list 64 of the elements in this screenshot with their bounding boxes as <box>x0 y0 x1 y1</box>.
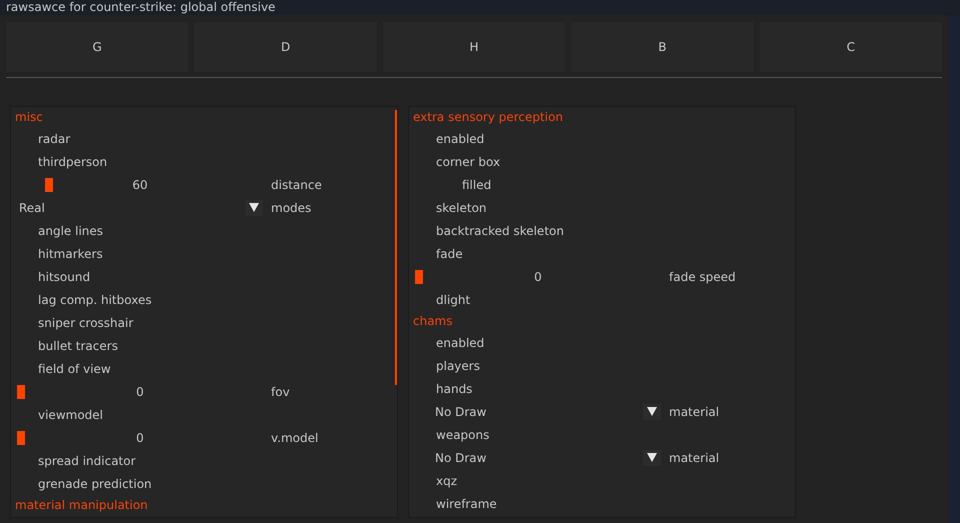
option-label[interactable]: players <box>409 358 480 374</box>
slider-thumb[interactable] <box>17 430 25 444</box>
slider-label: distance <box>271 178 322 192</box>
option-label[interactable]: hitmarkers <box>11 246 103 262</box>
option-label[interactable]: weapons <box>409 426 490 442</box>
option-label[interactable]: bullet tracers <box>11 338 118 354</box>
option-label[interactable]: corner box <box>409 154 500 170</box>
option-label[interactable]: dlight <box>409 292 470 308</box>
slider-label: v.model <box>271 430 318 444</box>
dropdown-button[interactable] <box>245 200 263 216</box>
option-label[interactable]: radar <box>11 130 70 146</box>
slider-value: 0 <box>534 268 542 284</box>
option-label[interactable]: lag comp. hitboxes <box>11 292 152 308</box>
section-header: material manipulation <box>14 497 149 514</box>
slider[interactable]: 0 <box>17 384 263 400</box>
option-label[interactable]: thirdperson <box>11 154 108 170</box>
slider[interactable]: 60 <box>17 176 263 192</box>
option-label[interactable]: angle lines <box>11 222 104 238</box>
triangle-down-icon <box>647 407 657 416</box>
tab[interactable]: C <box>760 22 942 72</box>
slider-thumb[interactable] <box>45 178 54 192</box>
window-title: rawsawce for counter-strike: global offensive <box>6 0 276 15</box>
option-label[interactable]: enabled <box>409 334 484 350</box>
dropdown-button[interactable] <box>643 450 661 466</box>
slider-thumb[interactable] <box>415 270 423 284</box>
tab[interactable]: H <box>382 22 566 72</box>
slider-value: 60 <box>132 176 148 192</box>
section-header: chams <box>412 313 454 330</box>
slider[interactable]: 0 <box>415 268 661 284</box>
slider-value: 0 <box>136 430 144 446</box>
dropdown-label: material <box>669 450 720 464</box>
dropdown-label: modes <box>271 200 312 214</box>
section-header: misc <box>14 109 44 126</box>
slider-label: fov <box>271 384 290 398</box>
dropdown-value[interactable]: No Draw <box>409 404 486 418</box>
option-label[interactable]: sniper crosshair <box>11 314 134 330</box>
option-label[interactable]: wireframe <box>409 496 497 512</box>
scrollbar[interactable] <box>395 110 397 385</box>
dropdown-label: material <box>669 404 720 418</box>
triangle-down-icon <box>249 203 259 212</box>
dropdown-button[interactable] <box>643 404 661 420</box>
dropdown-value[interactable]: Real <box>11 200 45 214</box>
slider-label: fade speed <box>669 270 736 284</box>
option-label[interactable]: viewmodel <box>11 406 103 422</box>
tab[interactable]: G <box>6 22 188 72</box>
dropdown-value[interactable]: No Draw <box>409 450 486 464</box>
option-label[interactable]: hands <box>409 380 472 396</box>
slider-value: 0 <box>136 384 144 400</box>
slider[interactable]: 0 <box>17 430 263 446</box>
slider-thumb[interactable] <box>17 384 25 398</box>
option-label[interactable]: grenade prediction <box>11 476 152 492</box>
option-label[interactable]: filled <box>409 176 492 192</box>
option-label[interactable]: xqz <box>409 472 458 488</box>
option-label[interactable]: hitsound <box>11 268 90 284</box>
option-label[interactable]: field of view <box>11 360 111 376</box>
option-label[interactable]: enabled <box>409 130 484 146</box>
section-header: extra sensory perception <box>412 109 564 126</box>
triangle-down-icon <box>647 453 657 462</box>
option-label[interactable]: backtracked skeleton <box>409 222 564 238</box>
option-label[interactable]: spread indicator <box>11 452 136 468</box>
tab[interactable]: D <box>194 22 377 72</box>
option-label[interactable]: fade <box>409 246 463 262</box>
option-label[interactable]: skeleton <box>409 200 487 216</box>
tab[interactable]: B <box>571 22 754 72</box>
